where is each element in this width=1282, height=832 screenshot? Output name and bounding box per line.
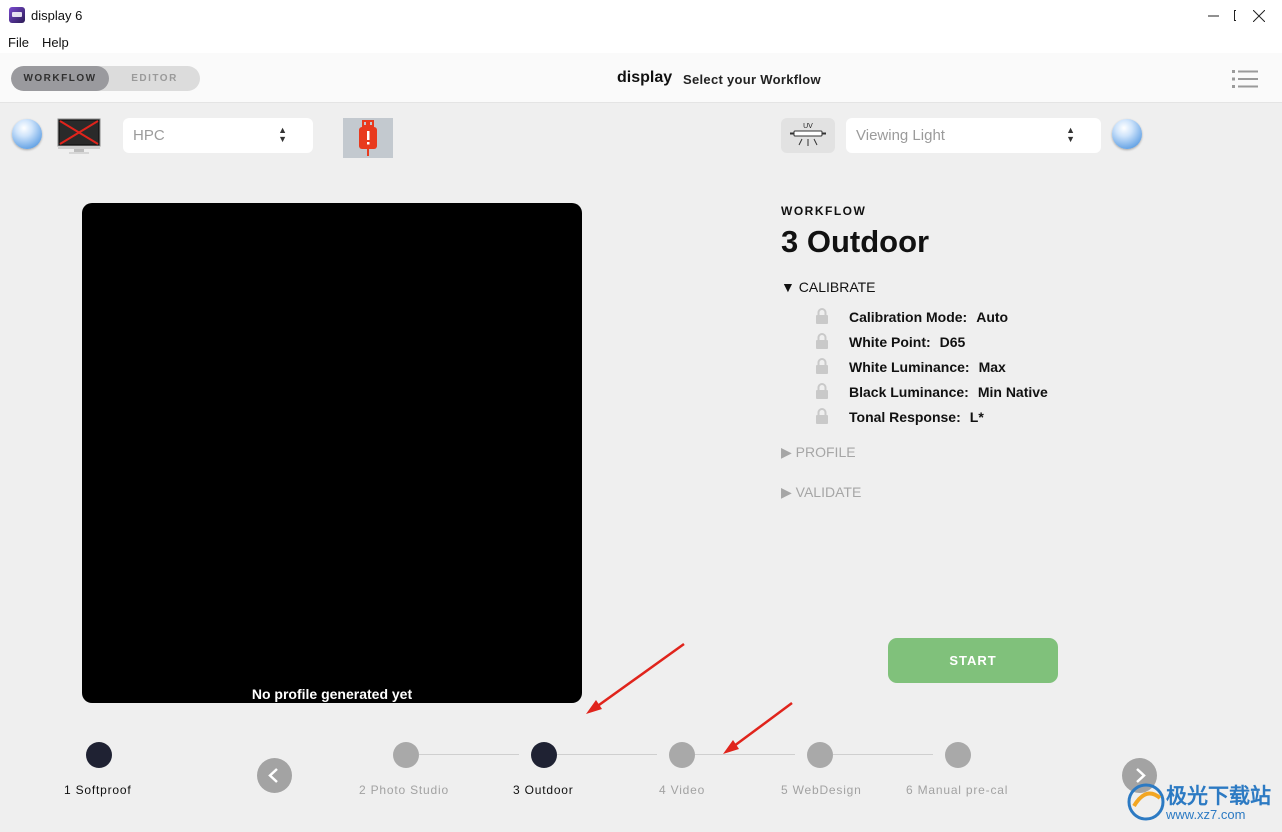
setting-value: Auto xyxy=(976,309,1009,325)
menu-file[interactable]: File xyxy=(8,35,29,50)
step-6-dot[interactable] xyxy=(945,742,971,768)
profile-section-label: PROFILE xyxy=(795,444,856,460)
maximize-icon[interactable] xyxy=(1190,0,1236,31)
menu-help[interactable]: Help xyxy=(42,35,69,50)
uv-light-button[interactable]: UV xyxy=(781,118,835,153)
preview-status-text: No profile generated yet xyxy=(251,686,413,702)
display-select[interactable]: HPC ▲ ▼ xyxy=(123,118,313,153)
setting-label: White Luminance: xyxy=(849,359,970,375)
page-subtitle: Select your Workflow xyxy=(683,72,821,87)
monitor-disconnected-icon[interactable] xyxy=(56,117,102,155)
validate-section-label: VALIDATE xyxy=(795,484,862,500)
step-2-label[interactable]: 2 Photo Studio xyxy=(359,783,449,797)
step-3-label[interactable]: 3 Outdoor xyxy=(513,783,574,797)
step-5-label[interactable]: 5 WebDesign xyxy=(781,783,862,797)
setting-value: D65 xyxy=(939,334,966,350)
watermark-text: 极光下载站 xyxy=(1166,785,1271,808)
lock-icon xyxy=(816,408,828,424)
validate-section-toggle[interactable]: ▶ VALIDATE xyxy=(781,484,861,501)
menu-bar: File Help xyxy=(0,31,1282,53)
setting-label: Calibration Mode: xyxy=(849,309,968,325)
step-connector xyxy=(419,754,519,755)
brand-name: display xyxy=(617,69,673,86)
profile-preview: No profile generated yet xyxy=(82,203,582,703)
calibrate-section-label: CALIBRATE xyxy=(798,279,876,295)
setting-white-point: White Point: D65 xyxy=(849,334,965,350)
lock-icon xyxy=(816,383,828,399)
step-1-dot[interactable] xyxy=(86,742,112,768)
display-status-orb-icon[interactable] xyxy=(12,119,42,149)
select-arrows-icon: ▲ ▼ xyxy=(278,125,287,144)
triangle-right-icon: ▶ xyxy=(781,444,792,460)
setting-label: Tonal Response: xyxy=(849,409,961,425)
previous-step-button[interactable] xyxy=(257,758,292,793)
step-6-label[interactable]: 6 Manual pre-cal xyxy=(906,783,1008,797)
annotation-arrow-icon xyxy=(586,642,685,714)
workflow-heading: WORKFLOW xyxy=(781,204,867,218)
viewing-light-placeholder: Viewing Light xyxy=(856,127,945,144)
step-4-label[interactable]: 4 Video xyxy=(659,783,705,797)
lock-icon xyxy=(816,333,828,349)
usb-warning-icon xyxy=(359,120,377,156)
step-2-dot[interactable] xyxy=(393,742,419,768)
triangle-down-icon: ▼ xyxy=(781,279,795,295)
uv-light-icon: UV xyxy=(790,123,826,146)
workflow-name: 3 Outdoor xyxy=(781,224,930,259)
step-connector xyxy=(833,754,933,755)
chevron-left-icon xyxy=(268,768,278,783)
step-1-label[interactable]: 1 Softproof xyxy=(64,783,132,797)
setting-calibration-mode: Calibration Mode: Auto xyxy=(849,309,1008,325)
start-button[interactable]: START xyxy=(888,638,1058,683)
mode-switch[interactable]: WORKFLOW EDITOR xyxy=(11,66,200,91)
uv-label: UV xyxy=(803,123,813,130)
profile-section-toggle[interactable]: ▶ PROFILE xyxy=(781,444,856,461)
step-connector xyxy=(557,754,657,755)
app-header: WORKFLOW EDITOR display Select your Work… xyxy=(0,53,1282,103)
triangle-right-icon: ▶ xyxy=(781,484,792,500)
app-icon xyxy=(9,7,25,23)
setting-white-luminance: White Luminance: Max xyxy=(849,359,1006,375)
calibrate-section-toggle[interactable]: ▼ CALIBRATE xyxy=(781,279,876,295)
annotation-arrow-icon xyxy=(723,701,793,754)
watermark-url: www.xz7.com xyxy=(1166,807,1246,822)
setting-label: White Point: xyxy=(849,334,931,350)
setting-label: Black Luminance: xyxy=(849,384,969,400)
lock-icon xyxy=(816,358,828,374)
step-4-dot[interactable] xyxy=(669,742,695,768)
setting-value: Min Native xyxy=(977,384,1048,400)
setting-value: L* xyxy=(969,409,984,425)
hamburger-menu-icon[interactable] xyxy=(1232,69,1258,89)
setting-value: Max xyxy=(978,359,1006,375)
display-select-value: HPC xyxy=(133,127,165,144)
usb-device-status[interactable] xyxy=(343,118,393,158)
select-arrows-icon: ▲ ▼ xyxy=(1066,125,1075,144)
step-3-dot[interactable] xyxy=(531,742,557,768)
lock-icon xyxy=(816,308,828,324)
editor-mode-button[interactable]: EDITOR xyxy=(109,66,200,91)
workflow-mode-button[interactable]: WORKFLOW xyxy=(11,66,109,91)
window-title: display 6 xyxy=(31,8,83,23)
close-icon[interactable] xyxy=(1236,0,1282,31)
step-5-dot[interactable] xyxy=(807,742,833,768)
setting-tonal-response: Tonal Response: L* xyxy=(849,409,984,425)
setting-black-luminance: Black Luminance: Min Native xyxy=(849,384,1048,400)
viewing-light-select[interactable]: Viewing Light ▲ ▼ xyxy=(846,118,1101,153)
light-status-orb-icon[interactable] xyxy=(1112,119,1142,149)
title-bar: display 6 xyxy=(0,0,1282,31)
